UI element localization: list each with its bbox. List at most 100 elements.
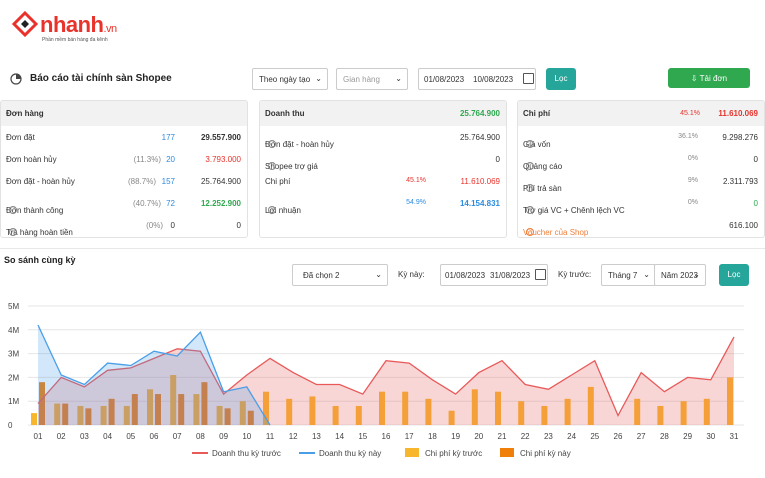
row-count[interactable]: 72: [166, 199, 175, 208]
chevron-down-icon: ⌄: [315, 74, 322, 83]
help-icon[interactable]: ?: [268, 162, 276, 170]
y-tick-label: 4M: [8, 326, 19, 335]
cost-total: 11.610.069: [718, 109, 758, 118]
row-pct: 9%: [687, 177, 698, 184]
download-label: Tải đơn: [699, 74, 728, 83]
booth-select[interactable]: Gian hàng ⌄: [336, 68, 408, 90]
period-select-value: Theo ngày tạo: [259, 75, 311, 84]
x-tick-label: 07: [173, 432, 182, 441]
y-tick-label: 0: [8, 421, 13, 430]
nhanh-logo-icon: [12, 11, 38, 37]
chevron-down-icon: ⌄: [375, 270, 382, 279]
date-range-input[interactable]: 01/08/2023 10/08/2023: [418, 68, 536, 90]
row-value: 11.610.069: [460, 177, 500, 186]
series-select-value: Đã chọn 2: [303, 271, 340, 280]
orders-row: Đơn thành công? (40.7%) 72 12.252.900: [6, 199, 241, 215]
current-date-from[interactable]: 01/08/2023: [445, 271, 485, 280]
y-tick-label: 2M: [8, 373, 19, 382]
row-pct: 54.9%: [406, 199, 426, 206]
row-value: 616.100: [729, 221, 758, 230]
help-icon[interactable]: ?: [526, 162, 534, 170]
orders-card-header: Đơn hàng: [1, 101, 247, 126]
chevron-down-icon: ⌄: [395, 74, 402, 83]
current-date-to[interactable]: 31/08/2023: [490, 271, 530, 280]
calendar-icon[interactable]: [535, 269, 546, 280]
x-tick-label: 06: [150, 432, 159, 441]
area-current-revenue: [38, 325, 270, 425]
row-count[interactable]: 177: [162, 133, 175, 142]
legend-label: Chi phí kỳ trước: [425, 449, 482, 458]
brand-tagline: Phần mềm bán hàng đa kênh: [42, 37, 108, 43]
x-tick-label: 31: [730, 432, 739, 441]
help-icon[interactable]: ?: [9, 228, 17, 236]
x-tick-label: 09: [219, 432, 228, 441]
row-count[interactable]: 157: [162, 177, 175, 186]
x-tick-label: 15: [358, 432, 367, 441]
x-tick-label: 04: [103, 432, 112, 441]
revenue-card-header: Doanh thu 25.764.900: [260, 101, 506, 126]
filter-button[interactable]: Lọc: [546, 68, 576, 90]
legend-label: Doanh thu kỳ trước: [212, 449, 281, 458]
row-count[interactable]: 0: [171, 221, 175, 230]
cost-row: Quảng cáo? 0% 0: [523, 155, 758, 171]
current-date-range[interactable]: 01/08/2023 31/08/2023: [440, 264, 548, 286]
compare-title: So sánh cùng kỳ: [4, 255, 76, 265]
revenue-row: Lợi nhuận? 54.9% 14.154.831: [265, 199, 500, 215]
brand-logo[interactable]: nhanh.vn Phần mềm bán hàng đa kênh: [12, 8, 152, 43]
revenue-card-title: Doanh thu: [265, 109, 305, 118]
current-period-label: Kỳ này:: [398, 270, 425, 279]
row-pct: (0%): [146, 221, 163, 230]
row-value: 9.298.276: [722, 133, 758, 142]
download-orders-button[interactable]: ⇩ Tải đơn: [668, 68, 750, 88]
x-tick-label: 26: [614, 432, 623, 441]
row-value: 29.557.900: [200, 133, 241, 142]
cost-card: Chi phí 45.1% 11.610.069 Giá vốn? 36.1% …: [517, 100, 765, 238]
month-select[interactable]: Tháng 7 ⌄: [601, 264, 656, 286]
legend-swatch: [405, 448, 419, 457]
help-icon[interactable]: ?: [268, 206, 276, 214]
compare-filter-button[interactable]: Lọc: [719, 264, 749, 286]
y-tick-label: 3M: [8, 350, 19, 359]
help-icon[interactable]: ?: [526, 206, 534, 214]
row-count[interactable]: 20: [166, 155, 175, 164]
row-value: 0: [236, 221, 241, 230]
x-tick-label: 23: [544, 432, 553, 441]
help-icon[interactable]: ?: [268, 140, 276, 148]
help-icon[interactable]: ?: [526, 228, 534, 236]
report-title: Báo cáo tài chính sàn Shopee: [30, 73, 172, 84]
y-tick-label: 1M: [8, 397, 19, 406]
row-value: 3.793.000: [205, 155, 241, 164]
help-icon[interactable]: ?: [526, 140, 534, 148]
period-select[interactable]: Theo ngày tạo ⌄: [252, 68, 328, 90]
date-to[interactable]: 10/08/2023: [473, 75, 513, 84]
calendar-icon[interactable]: [523, 73, 534, 84]
date-from[interactable]: 01/08/2023: [424, 75, 464, 84]
month-select-value: Tháng 7: [608, 271, 638, 280]
row-value: 25.764.900: [200, 177, 241, 186]
row-label: Đơn đặt - hoàn hủy: [6, 177, 75, 186]
x-tick-label: 21: [498, 432, 507, 441]
pie-report-icon: [10, 73, 22, 85]
revenue-row: Chi phí 45.1% 11.610.069: [260, 170, 506, 192]
x-tick-label: 22: [521, 432, 530, 441]
row-pct: (88.7%): [127, 177, 156, 186]
row-value: 2.311.793: [723, 177, 758, 186]
x-tick-label: 28: [660, 432, 669, 441]
series-select[interactable]: Đã chọn 2 ⌄: [292, 264, 388, 286]
orders-row: Đơn đặt 177 29.557.900: [1, 126, 247, 148]
bar-previous-cost: [31, 413, 37, 425]
cost-card-title: Chi phí: [523, 109, 551, 118]
cost-card-header: Chi phí 45.1% 11.610.069: [518, 101, 764, 126]
x-tick-label: 05: [126, 432, 135, 441]
orders-row: Đơn hoàn hủy (11.3%) 20 3.793.000: [1, 148, 247, 170]
row-value: 25.764.900: [459, 133, 500, 142]
year-select[interactable]: Năm 2023 ⌄: [654, 264, 706, 286]
help-icon[interactable]: ?: [9, 206, 17, 214]
row-label: Đơn đặt: [6, 133, 35, 142]
help-icon[interactable]: ?: [526, 184, 534, 192]
x-tick-label: 19: [451, 432, 460, 441]
x-tick-label: 25: [590, 432, 599, 441]
x-tick-label: 24: [567, 432, 576, 441]
cost-row: Giá vốn? 36.1% 9.298.276: [523, 133, 758, 149]
row-value: 0: [753, 199, 758, 208]
